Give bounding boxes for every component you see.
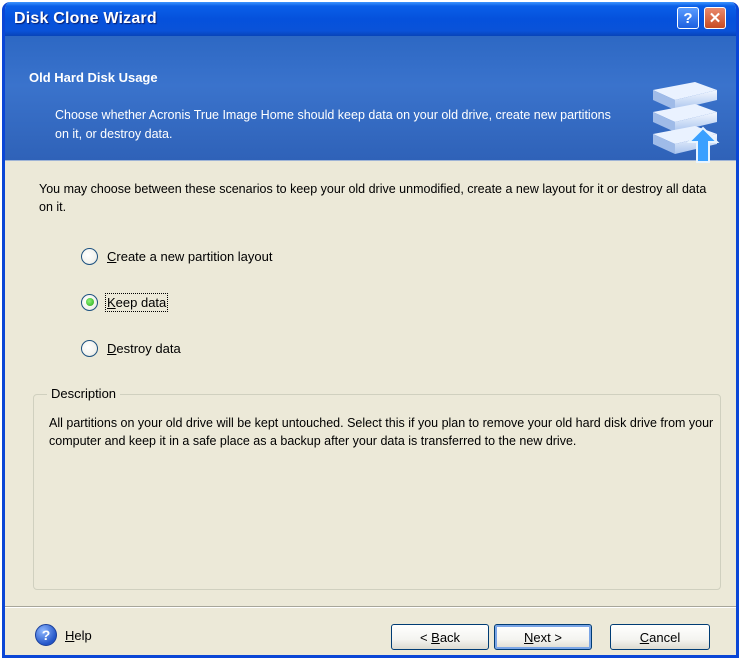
radio-destroy-data[interactable] (81, 339, 98, 357)
description-legend: Description (47, 386, 121, 401)
help-icon: ? (35, 624, 57, 646)
header-description: Choose whether Acronis True Image Home s… (55, 108, 611, 141)
question-mark-icon: ? (683, 9, 693, 27)
header-title: Old Hard Disk Usage (29, 70, 158, 85)
title-close-button[interactable]: ✕ (704, 7, 726, 29)
option-label: Destroy data (107, 340, 181, 356)
option-create-partition-layout[interactable]: Create a new partition layout (81, 245, 273, 267)
footer-divider (5, 606, 736, 608)
option-destroy-data[interactable]: Destroy data (81, 337, 181, 359)
help-label: Help (65, 627, 92, 643)
title-help-button[interactable]: ? (677, 7, 699, 29)
radio-create-partition-layout[interactable] (81, 247, 98, 265)
next-button[interactable]: Next > (494, 624, 592, 650)
option-label: Create a new partition layout (107, 248, 273, 264)
wizard-header: Old Hard Disk Usage Choose whether Acron… (5, 36, 736, 163)
close-icon: ✕ (708, 10, 722, 27)
help-button[interactable]: ? Help (35, 624, 92, 646)
disk-clone-wizard-window: Disk Clone Wizard ? ✕ Old Hard Disk Usag… (2, 2, 739, 658)
description-text: All partitions on your old drive will be… (49, 416, 714, 448)
option-keep-data[interactable]: Keep data (81, 291, 169, 313)
back-button[interactable]: < Back (391, 624, 489, 650)
intro-text: You may choose between these scenarios t… (39, 182, 707, 214)
window-title: Disk Clone Wizard (14, 10, 157, 27)
title-bar[interactable]: Disk Clone Wizard ? ✕ (5, 2, 736, 36)
hard-disk-stack-icon (653, 82, 720, 163)
radio-keep-data[interactable] (81, 293, 98, 311)
option-label: Keep data (104, 292, 169, 312)
cancel-button[interactable]: Cancel (610, 624, 710, 650)
